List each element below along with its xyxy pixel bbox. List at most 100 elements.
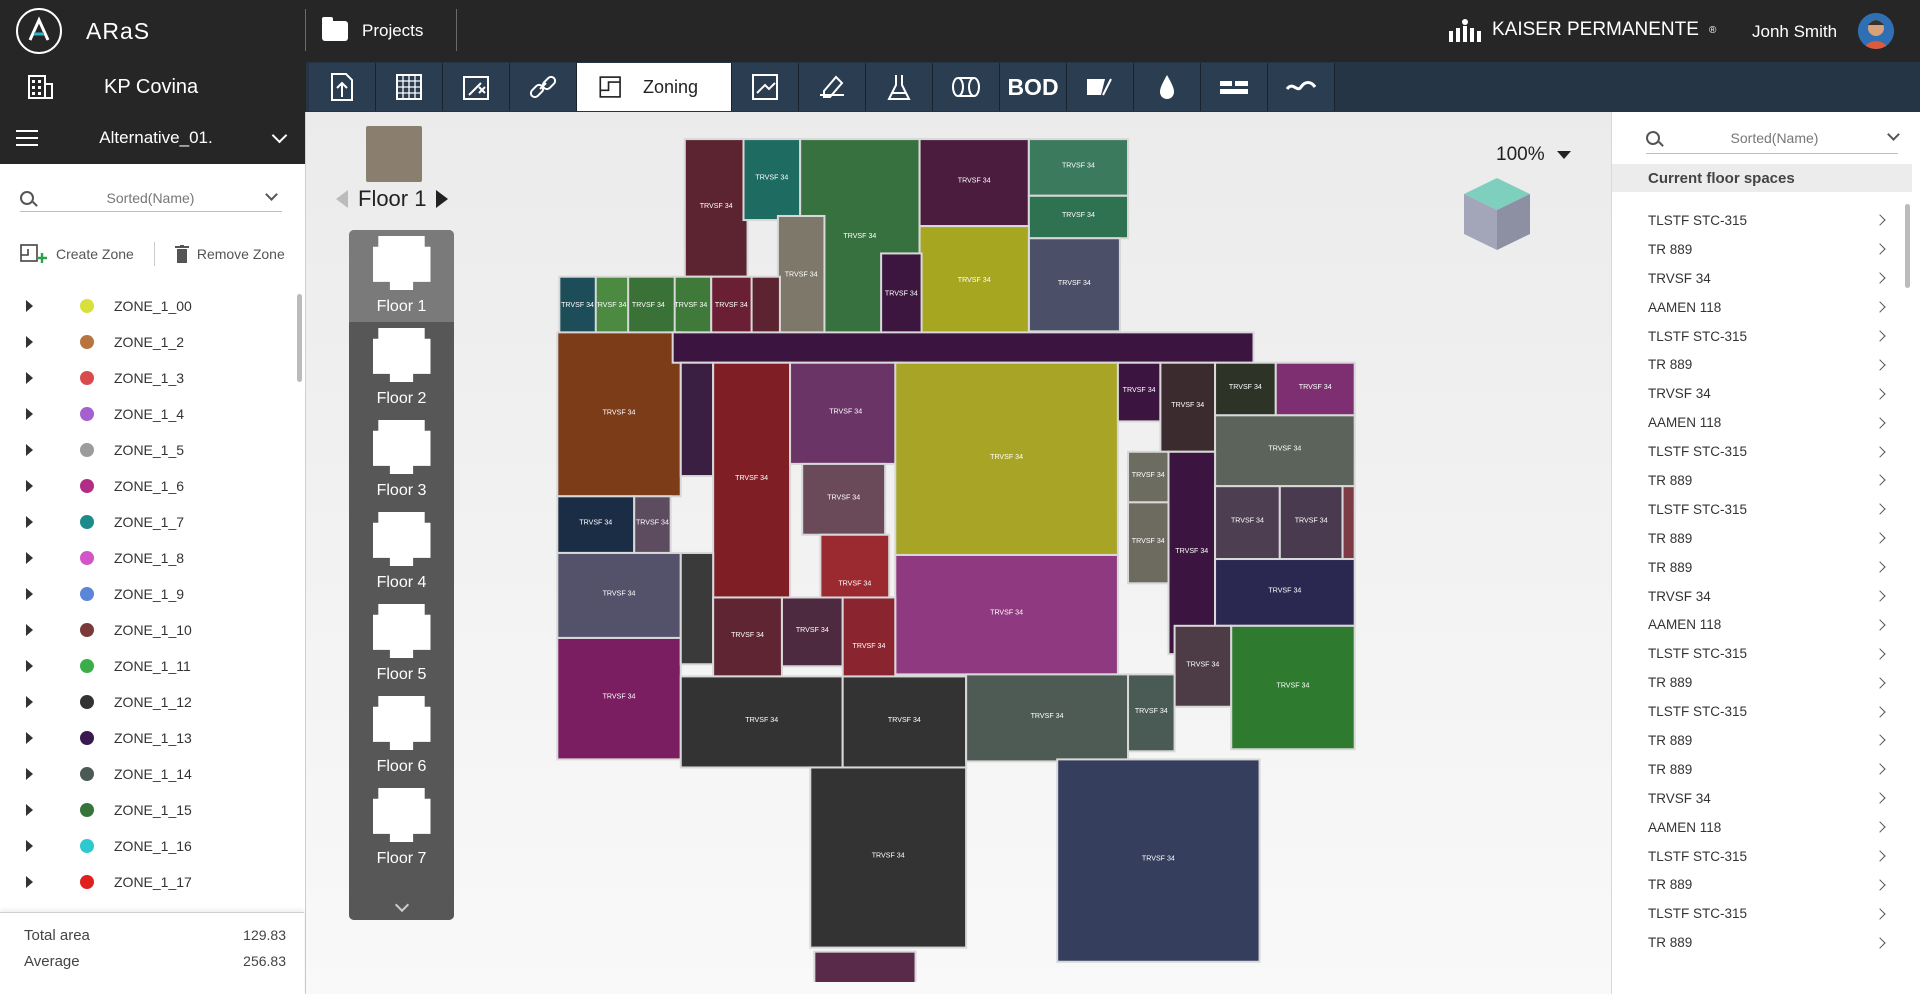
expand-icon[interactable]	[26, 300, 33, 312]
chevron-down-icon[interactable]	[265, 188, 278, 201]
scroll-down-icon[interactable]	[349, 896, 454, 920]
space-item[interactable]: AAMEN 118	[1612, 610, 1912, 639]
remove-zone-button[interactable]: Remove Zone	[174, 245, 285, 263]
expand-icon[interactable]	[26, 552, 33, 564]
zone-row[interactable]: ZONE_1_17	[0, 864, 300, 900]
floor-item[interactable]: Floor 1	[349, 230, 454, 322]
bod-tool-button[interactable]: BOD	[1000, 63, 1067, 111]
next-floor-icon[interactable]	[436, 190, 449, 208]
annotate-tool-button[interactable]	[799, 63, 866, 111]
space-item[interactable]: TRVSF 34	[1612, 582, 1912, 611]
space-item[interactable]: TRVSF 34	[1612, 379, 1912, 408]
zone-row[interactable]: ZONE_1_14	[0, 756, 300, 792]
expand-icon[interactable]	[26, 372, 33, 384]
zone-search-input[interactable]: Sorted(Name)	[20, 184, 282, 212]
avatar[interactable]	[1858, 13, 1894, 49]
pipe-tool-button[interactable]	[933, 63, 1000, 111]
menu-icon[interactable]	[16, 130, 38, 146]
expand-icon[interactable]	[26, 876, 33, 888]
zone-row[interactable]: ZONE_1_4	[0, 396, 300, 432]
user-name[interactable]: Jonh Smith	[1752, 22, 1837, 42]
floor-item[interactable]: Floor 2	[349, 322, 454, 414]
prev-floor-icon[interactable]	[336, 190, 348, 208]
scrollbar[interactable]	[297, 294, 302, 382]
zone-row[interactable]: ZONE_1_2	[0, 324, 300, 360]
zone-row[interactable]: ZONE_1_16	[0, 828, 300, 864]
project-header[interactable]: KP Covina	[0, 62, 306, 112]
projects-button[interactable]: Projects	[322, 10, 423, 52]
floor-item[interactable]: Floor 6	[349, 690, 454, 782]
zone-row[interactable]: ZONE_1_7	[0, 504, 300, 540]
zone-row[interactable]: ZONE_1_15	[0, 792, 300, 828]
chevron-down-icon[interactable]	[271, 127, 288, 143]
space-item[interactable]: TR 889	[1612, 668, 1912, 697]
expand-icon[interactable]	[26, 732, 33, 744]
room-shape[interactable]	[671, 331, 1255, 364]
zone-row[interactable]: ZONE_1_11	[0, 648, 300, 684]
zone-row[interactable]: ZONE_1_8	[0, 540, 300, 576]
chevron-down-icon[interactable]	[1887, 128, 1900, 141]
import-tool-button[interactable]	[309, 63, 376, 111]
zone-row[interactable]: ZONE_1_12	[0, 684, 300, 720]
room-shape[interactable]	[1341, 485, 1356, 561]
expand-icon[interactable]	[26, 444, 33, 456]
zone-row[interactable]: ZONE_1_5	[0, 432, 300, 468]
view-cube-icon[interactable]	[1462, 176, 1532, 252]
grid-tool-button[interactable]	[376, 63, 443, 111]
room-shape[interactable]	[679, 551, 715, 666]
space-item[interactable]: TR 889	[1612, 755, 1912, 784]
space-item[interactable]: TR 889	[1612, 726, 1912, 755]
zone-row[interactable]: ZONE_1_6	[0, 468, 300, 504]
create-zone-button[interactable]: Create Zone	[20, 243, 134, 265]
floor-item[interactable]: Floor 5	[349, 598, 454, 690]
zone-row[interactable]: ZONE_1_9	[0, 576, 300, 612]
wave-tool-button[interactable]	[1268, 63, 1335, 111]
wall-type-tool-button[interactable]	[1201, 63, 1268, 111]
expand-icon[interactable]	[26, 804, 33, 816]
aras-logo-icon[interactable]	[16, 8, 62, 54]
plan-canvas[interactable]: Floor 1 Floor 1 Floor 2 Floor 3 Floor 4 Floo…	[306, 112, 1611, 994]
space-item[interactable]: TR 889	[1612, 524, 1912, 553]
expand-icon[interactable]	[26, 768, 33, 780]
space-item[interactable]: TR 889	[1612, 350, 1912, 379]
scrollbar[interactable]	[1905, 204, 1910, 288]
alternative-selector[interactable]: Alternative_01.	[0, 112, 305, 164]
zone-row[interactable]: ZONE_1_3	[0, 360, 300, 396]
expand-icon[interactable]	[26, 588, 33, 600]
space-item[interactable]: TR 889	[1612, 870, 1912, 899]
expand-icon[interactable]	[26, 624, 33, 636]
expand-icon[interactable]	[26, 480, 33, 492]
space-search-input[interactable]: Sorted(Name)	[1646, 122, 1900, 154]
water-tool-button[interactable]	[1134, 63, 1201, 111]
expand-icon[interactable]	[26, 408, 33, 420]
space-item[interactable]: TLSTF STC-315	[1612, 322, 1912, 351]
floor-item[interactable]: Floor 4	[349, 506, 454, 598]
room-shape[interactable]	[813, 950, 917, 982]
space-item[interactable]: AAMEN 118	[1612, 293, 1912, 322]
space-item[interactable]: TLSTF STC-315	[1612, 842, 1912, 871]
room-shape[interactable]	[679, 361, 715, 478]
space-item[interactable]: TLSTF STC-315	[1612, 437, 1912, 466]
plan-layers-tool-button[interactable]	[732, 63, 799, 111]
floor-item[interactable]: Floor 3	[349, 414, 454, 506]
link-tool-button[interactable]	[510, 63, 577, 111]
room-edit-tool-button[interactable]	[443, 63, 510, 111]
expand-icon[interactable]	[26, 840, 33, 852]
space-item[interactable]: AAMEN 118	[1612, 813, 1912, 842]
lab-tool-button[interactable]	[866, 63, 933, 111]
zone-row[interactable]: ZONE_1_00	[0, 288, 300, 324]
space-item[interactable]: TR 889	[1612, 235, 1912, 264]
space-item[interactable]: TLSTF STC-315	[1612, 639, 1912, 668]
space-item[interactable]: TRVSF 34	[1612, 264, 1912, 293]
zone-row[interactable]: ZONE_1_10	[0, 612, 300, 648]
expand-icon[interactable]	[26, 660, 33, 672]
space-item[interactable]: TRVSF 34	[1612, 784, 1912, 813]
zoom-select[interactable]: 100%	[1496, 144, 1571, 166]
zone-row[interactable]: ZONE_1_13	[0, 720, 300, 756]
space-item[interactable]: TLSTF STC-315	[1612, 697, 1912, 726]
space-item[interactable]: TLSTF STC-315	[1612, 206, 1912, 235]
expand-icon[interactable]	[26, 336, 33, 348]
space-item[interactable]: TLSTF STC-315	[1612, 495, 1912, 524]
tab-zoning[interactable]: Zoning	[577, 63, 732, 111]
space-item[interactable]: AAMEN 118	[1612, 408, 1912, 437]
